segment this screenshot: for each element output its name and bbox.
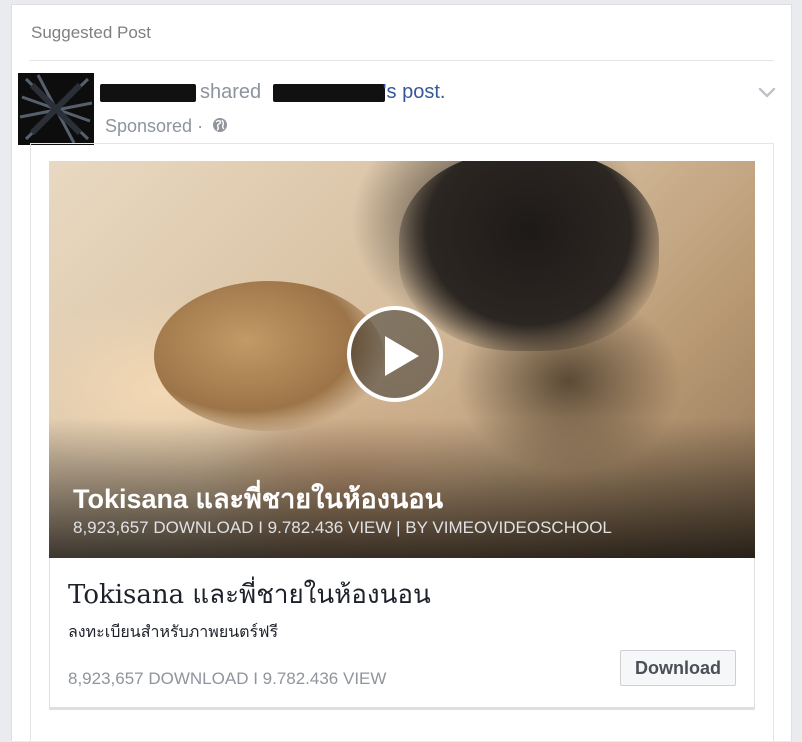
- link-stats: 8,923,657 DOWNLOAD I 9.782.436 VIEW: [68, 669, 387, 688]
- link-subtitle: ลงทะเบียนสำหรับภาพยนตร์ฟรี: [68, 624, 279, 641]
- video-player[interactable]: Tokisana และพี่ชายในห้องนอน 8,923,657 DO…: [49, 161, 755, 558]
- video-thumbnail-detail: [399, 161, 659, 351]
- sponsored-label[interactable]: Sponsored: [105, 116, 192, 136]
- link-title[interactable]: Tokisana และพี่ชายในห้องนอน: [68, 574, 431, 615]
- story-meta: Sponsored ·: [105, 116, 228, 138]
- avatar[interactable]: [18, 73, 94, 145]
- redacted-original-poster[interactable]: [272, 83, 385, 102]
- meta-separator: ·: [197, 116, 204, 136]
- chevron-down-icon[interactable]: [757, 82, 777, 102]
- shared-text: shared: [200, 81, 262, 103]
- feed-story-card: Suggested Post shared 's post. Sponsored…: [11, 4, 792, 742]
- video-stats: 8,923,657 DOWNLOAD I 9.782.436 VIEW | BY…: [73, 518, 612, 537]
- video-title: Tokisana และพี่ชายในห้องนอน: [73, 484, 444, 514]
- redacted-sharer-name[interactable]: [100, 83, 196, 102]
- suggested-post-label: Suggested Post: [31, 23, 152, 42]
- globe-icon: [212, 117, 228, 138]
- download-button[interactable]: Download: [620, 650, 736, 686]
- post-link[interactable]: 's post.: [383, 81, 446, 103]
- link-details[interactable]: Tokisana และพี่ชายในห้องนอน ลงทะเบียนสำห…: [49, 558, 755, 710]
- play-icon[interactable]: [347, 306, 443, 402]
- story-header: shared 's post.: [100, 81, 445, 104]
- header-divider: [29, 60, 774, 61]
